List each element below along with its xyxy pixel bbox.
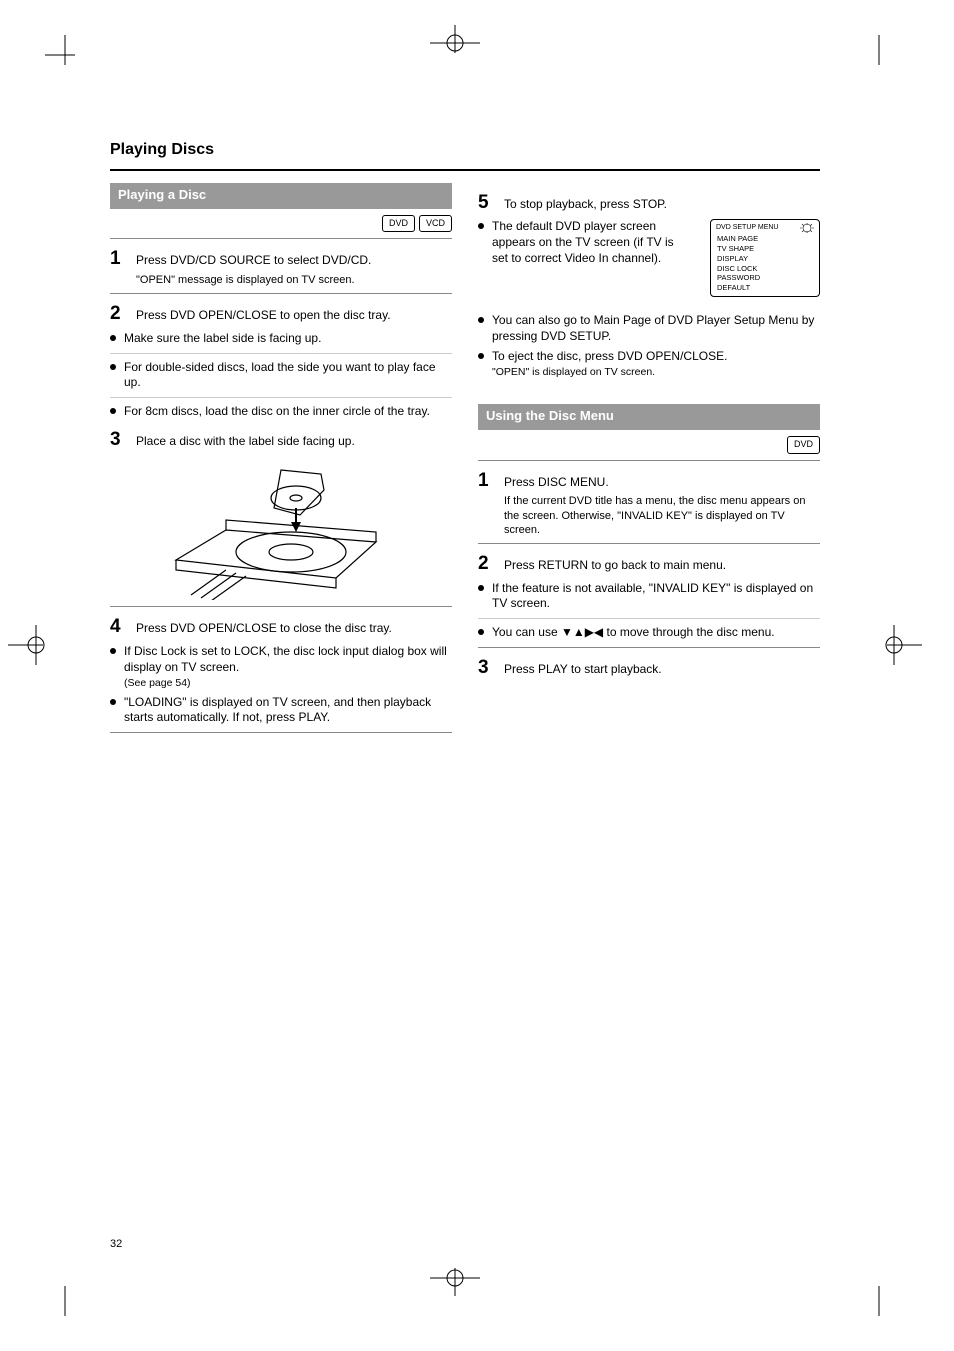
step-number: 4 bbox=[110, 615, 128, 640]
bullet-text: You can use ▼▲▶◀ to move through the dis… bbox=[492, 625, 820, 641]
step-1-text: Press DVD/CD SOURCE to select DVD/CD. bbox=[136, 253, 452, 269]
menu-item: DEFAULT bbox=[711, 283, 819, 293]
badge-dvd: DVD bbox=[787, 436, 820, 454]
step-1-text: Press DISC MENU. bbox=[504, 475, 820, 491]
bullet-text: For double-sided discs, load the side yo… bbox=[124, 360, 452, 391]
bullet-text: "LOADING" is displayed on TV screen, and… bbox=[124, 695, 452, 726]
bullet-icon bbox=[478, 353, 484, 359]
bullet-sub: "OPEN" is displayed on TV screen. bbox=[492, 366, 820, 380]
page-number: 32 bbox=[110, 1237, 122, 1251]
right-column: 5 To stop playback, press STOP. The defa… bbox=[478, 183, 820, 739]
badge-vcd: VCD bbox=[419, 215, 452, 233]
bullet-icon bbox=[110, 335, 116, 341]
step-1-sub: If the current DVD title has a menu, the… bbox=[504, 494, 820, 537]
step-3-text: Press PLAY to start playback. bbox=[504, 662, 820, 678]
bullet-sub: (See page 54) bbox=[124, 677, 452, 691]
section-bar-discmenu: Using the Disc Menu bbox=[478, 404, 820, 430]
step-2-text: Press RETURN to go back to main menu. bbox=[504, 558, 820, 574]
title-rule bbox=[110, 169, 820, 171]
bullet-icon bbox=[478, 317, 484, 323]
crop-mark-bl bbox=[45, 1276, 75, 1316]
step-number: 1 bbox=[478, 469, 496, 494]
step-1-sub: "OPEN" message is displayed on TV screen… bbox=[136, 273, 452, 287]
step-3-text: Place a disc with the label side facing … bbox=[136, 434, 452, 450]
bullet-text: For 8cm discs, load the disc on the inne… bbox=[124, 404, 452, 420]
step-2-text: Press DVD OPEN/CLOSE to open the disc tr… bbox=[136, 308, 452, 324]
menu-title: DVD SETUP MENU bbox=[716, 223, 779, 232]
setup-menu-box: DVD SETUP MENU MAIN PAGE TV SHAPE DISPLA… bbox=[710, 219, 820, 297]
bullet-text: If the feature is not available, "INVALI… bbox=[492, 581, 820, 612]
menu-item: MAIN PAGE bbox=[711, 234, 819, 244]
crop-mark-top bbox=[430, 25, 480, 65]
bullet-icon bbox=[110, 648, 116, 654]
bullet-icon bbox=[110, 408, 116, 414]
section-bar-playing: Playing a Disc bbox=[110, 183, 452, 209]
menu-icon bbox=[800, 223, 814, 233]
crop-mark-tl bbox=[45, 35, 75, 75]
menu-item: TV SHAPE bbox=[711, 244, 819, 254]
step-number: 3 bbox=[478, 656, 496, 681]
bullet-text: Make sure the label side is facing up. bbox=[124, 331, 452, 347]
bullet-text: If Disc Lock is set to LOCK, the disc lo… bbox=[124, 644, 452, 675]
step-number: 5 bbox=[478, 191, 496, 216]
step-5-text: To stop playback, press STOP. bbox=[504, 197, 820, 213]
section-title: Using the Disc Menu bbox=[486, 408, 614, 425]
badge-dvd: DVD bbox=[382, 215, 415, 233]
bullet-icon bbox=[110, 364, 116, 370]
crop-mark-br bbox=[869, 1276, 899, 1316]
step-4-text: Press DVD OPEN/CLOSE to close the disc t… bbox=[136, 621, 452, 637]
step-number: 2 bbox=[478, 552, 496, 577]
step-number: 1 bbox=[110, 247, 128, 272]
step-number: 3 bbox=[110, 428, 128, 453]
menu-item: DISPLAY bbox=[711, 254, 819, 264]
crop-mark-tr bbox=[869, 35, 899, 75]
bullet-text: To eject the disc, press DVD OPEN/CLOSE. bbox=[492, 349, 820, 365]
disc-tray-illustration bbox=[166, 460, 396, 600]
step-number: 2 bbox=[110, 302, 128, 327]
bullet-text: The default DVD player screen appears on… bbox=[492, 219, 688, 266]
bullet-icon bbox=[478, 223, 484, 229]
crop-mark-right bbox=[872, 625, 922, 665]
bullet-icon bbox=[478, 629, 484, 635]
bullet-text: You can also go to Main Page of DVD Play… bbox=[492, 313, 820, 344]
crop-mark-bottom bbox=[430, 1256, 480, 1296]
menu-item: DISC LOCK bbox=[711, 264, 819, 274]
page-title: Playing Discs bbox=[110, 140, 820, 161]
left-column: Playing a Disc DVD VCD 1 Press DVD/CD SO… bbox=[110, 183, 452, 739]
crop-mark-left bbox=[8, 625, 58, 665]
section-title: Playing a Disc bbox=[118, 187, 206, 204]
bullet-icon bbox=[110, 699, 116, 705]
menu-item: PASSWORD bbox=[711, 273, 819, 283]
bullet-icon bbox=[478, 585, 484, 591]
